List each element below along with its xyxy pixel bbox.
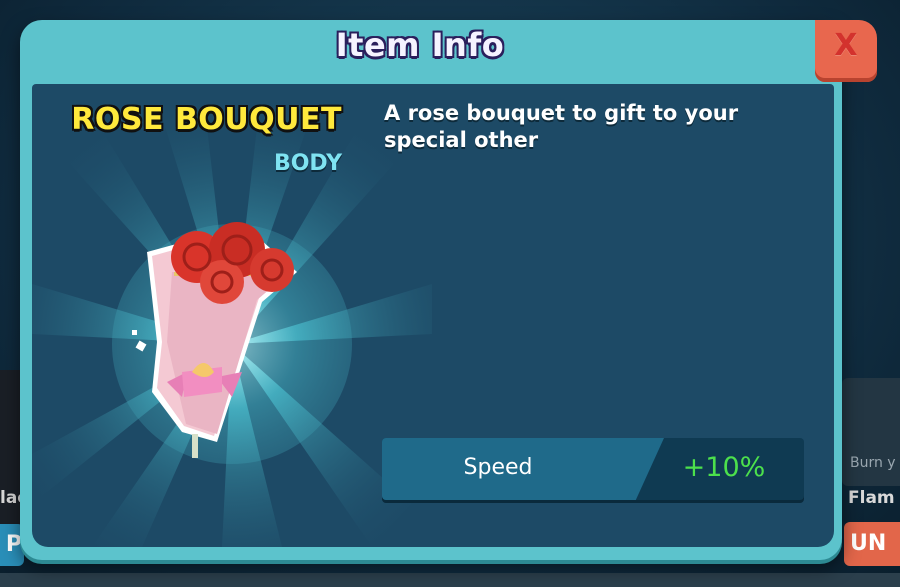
item-info-dialog: Item Info X ROSE BOUQUET BODY A rose bou… [20, 20, 877, 560]
item-description: A rose bouquet to gift to your special o… [384, 101, 739, 152]
dialog-title: Item Info [335, 26, 505, 64]
item-name: ROSE BOUQUET [71, 102, 342, 137]
background-caption-right: Burn y [850, 455, 896, 471]
close-icon: X [834, 28, 858, 63]
stat-value: +10% [682, 452, 766, 483]
item-info-panel: ROSE BOUQUET BODY A rose bouquet to gift… [32, 84, 834, 547]
background-label-right: Flam [848, 488, 895, 508]
background-button-right: UN [844, 522, 900, 566]
background-bottom-strip [0, 573, 900, 587]
stat-label: Speed [463, 455, 533, 480]
item-type: BODY [273, 151, 342, 176]
rose-bouquet-icon [132, 222, 297, 458]
close-button[interactable]: X [815, 20, 877, 82]
dialog-title-bar: Item Info [20, 20, 820, 80]
stat-row-speed: Speed +10% [382, 438, 804, 500]
